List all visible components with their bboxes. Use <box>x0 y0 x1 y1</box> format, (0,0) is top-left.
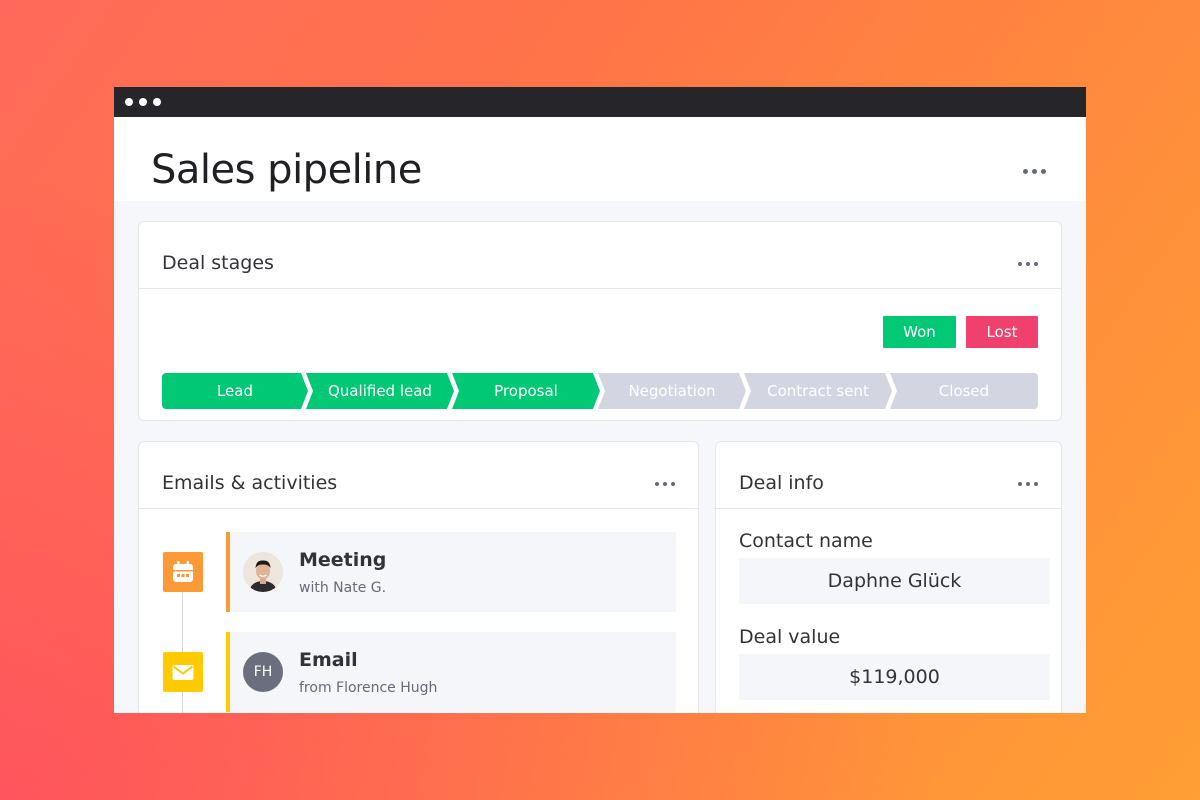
envelope-icon <box>163 652 203 692</box>
emails-activities-card: Emails & activities Meeting with Nate G.… <box>138 441 699 713</box>
stage-bar: Lead Qualified lead Proposal Negotiation… <box>162 373 1038 409</box>
card-title: Deal stages <box>162 252 274 274</box>
activity-title: Meeting <box>299 549 387 571</box>
page-title: Sales pipeline <box>151 147 422 193</box>
window-dot[interactable] <box>125 98 133 106</box>
won-button[interactable]: Won <box>883 316 956 348</box>
activity-item-meeting[interactable]: Meeting with Nate G. <box>226 532 676 612</box>
calendar-icon <box>163 552 203 592</box>
card-header: Deal stages <box>139 222 1061 289</box>
window-dot[interactable] <box>153 98 161 106</box>
card-header: Deal info <box>716 442 1061 509</box>
window-dot[interactable] <box>139 98 147 106</box>
avatar <box>243 552 283 592</box>
more-dot-icon <box>1034 482 1038 486</box>
activity-item-email[interactable]: FH Email from Florence Hugh <box>226 632 676 712</box>
lost-button[interactable]: Lost <box>966 316 1038 348</box>
card-more-options-button[interactable] <box>1018 262 1038 266</box>
app-window: Sales pipeline Deal stages Won Lost Lead… <box>114 87 1086 713</box>
deal-value-field[interactable]: $119,000 <box>739 654 1050 700</box>
deal-value-label: Deal value <box>739 626 841 648</box>
card-more-options-button[interactable] <box>655 482 675 486</box>
more-dot-icon <box>1034 262 1038 266</box>
stage-lead[interactable]: Lead <box>162 373 308 409</box>
deal-info-card: Deal info Contact name Daphne Glück Deal… <box>715 441 1062 713</box>
card-title: Emails & activities <box>162 472 338 494</box>
deal-stages-card: Deal stages Won Lost Lead Qualified lead… <box>138 221 1062 421</box>
stage-proposal[interactable]: Proposal <box>452 373 600 409</box>
contact-name-field[interactable]: Daphne Glück <box>739 558 1050 604</box>
more-dot-icon <box>1023 169 1028 174</box>
card-header: Emails & activities <box>139 442 698 509</box>
stage-negotiation[interactable]: Negotiation <box>598 373 746 409</box>
window-titlebar <box>114 87 1086 117</box>
contact-name-label: Contact name <box>739 530 873 552</box>
more-dot-icon <box>1018 262 1022 266</box>
more-dot-icon <box>671 482 675 486</box>
more-dot-icon <box>1041 169 1046 174</box>
avatar: FH <box>243 652 283 692</box>
more-dot-icon <box>1026 482 1030 486</box>
more-dot-icon <box>663 482 667 486</box>
activity-subtitle: from Florence Hugh <box>299 680 438 696</box>
more-dot-icon <box>1018 482 1022 486</box>
page-header: Sales pipeline <box>114 117 1086 201</box>
card-title: Deal info <box>739 472 824 494</box>
activity-subtitle: with Nate G. <box>299 580 387 596</box>
card-more-options-button[interactable] <box>1018 482 1038 486</box>
activity-title: Email <box>299 649 358 671</box>
more-dot-icon <box>655 482 659 486</box>
stage-qualified-lead[interactable]: Qualified lead <box>306 373 454 409</box>
more-dot-icon <box>1026 262 1030 266</box>
stage-closed[interactable]: Closed <box>890 373 1038 409</box>
more-dot-icon <box>1032 169 1037 174</box>
stage-contract-sent[interactable]: Contract sent <box>744 373 892 409</box>
page-more-options-button[interactable] <box>1023 169 1046 174</box>
